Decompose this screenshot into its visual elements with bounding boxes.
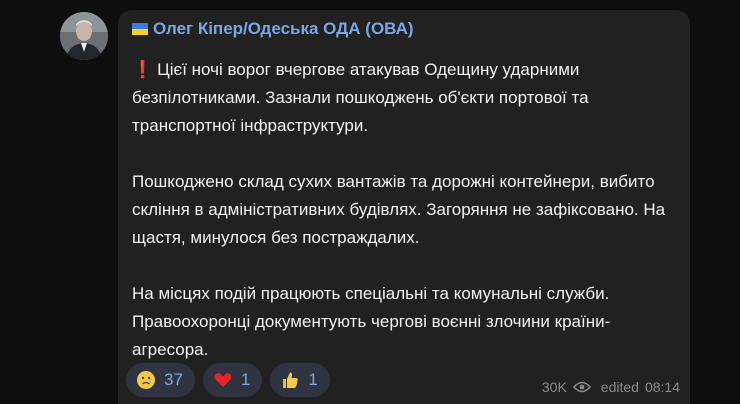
ukraine-flag-icon: [132, 23, 148, 35]
thumbs-up-icon: [280, 370, 300, 390]
message-text: ❗ Цієї ночі ворог вчергове атакував Одещи…: [132, 56, 684, 364]
reaction-thumbs-up[interactable]: 1: [270, 363, 330, 397]
reactions-bar: 37 1 1: [126, 363, 330, 397]
chat-area: Олег Кіпер/Одеська ОДА (ОВА) ❗ Цієї ночі …: [0, 0, 740, 404]
message-paragraph: ❗ Цієї ночі ворог вчергове атакував Одещи…: [132, 60, 589, 135]
reaction-count: 1: [240, 370, 251, 389]
sad-face-icon: [136, 370, 156, 390]
red-heart-icon: [213, 370, 233, 390]
edited-label: edited: [600, 379, 639, 395]
exclamation-icon: ❗: [132, 60, 154, 79]
reaction-count: 1: [308, 370, 318, 389]
message-time: 08:14: [644, 379, 680, 395]
views-count: 30K: [541, 379, 567, 395]
sender-name[interactable]: Олег Кіпер/Одеська ОДА (ОВА): [132, 19, 414, 39]
reaction-sad[interactable]: 37: [126, 363, 195, 397]
avatar[interactable]: [60, 12, 108, 60]
message-paragraph: Пошкоджено склад сухих вантажів та дорож…: [132, 172, 666, 247]
eye-icon: [572, 381, 591, 393]
sender-name-label: Олег Кіпер/Одеська ОДА (ОВА): [153, 19, 414, 38]
avatar-photo: [60, 12, 108, 60]
message-bubble[interactable]: Олег Кіпер/Одеська ОДА (ОВА) ❗ Цієї ночі …: [118, 10, 690, 404]
reaction-heart[interactable]: 1: [202, 363, 263, 397]
reaction-count: 37: [164, 370, 183, 389]
message-paragraph: На місцях подій працюють спеціальні та к…: [132, 284, 611, 359]
message-meta: 30K edited 08:14: [542, 379, 680, 395]
